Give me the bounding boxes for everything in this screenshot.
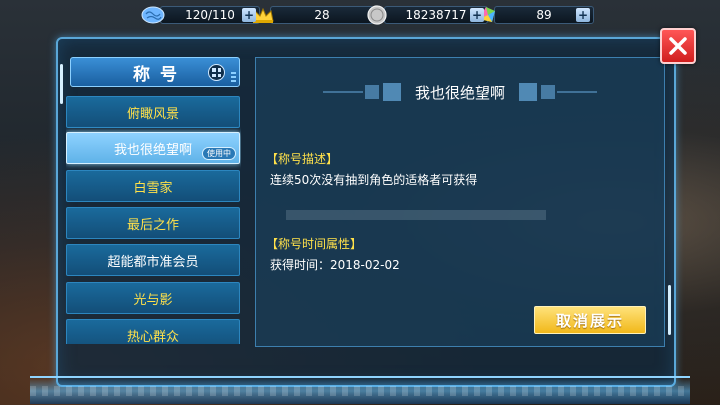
title-item-selected[interactable]: 我也很绝望啊 使用中 [66, 132, 240, 164]
title-deco-square [519, 83, 537, 101]
description-text: 连续50次没有抽到角色的适格者可获得 [270, 173, 478, 187]
title-deco-square [364, 85, 379, 99]
coin-resource: 18238717 + [364, 4, 488, 26]
title-item[interactable]: 超能都市准会员 [66, 244, 240, 276]
in-use-badge: 使用中 [202, 147, 236, 160]
ghost-profile-bar [286, 210, 546, 220]
crown-value: 28 [270, 6, 374, 24]
energy-resource: 120/110 + [140, 4, 260, 26]
description-header: 【称号描述】 [266, 152, 339, 166]
obtained-time-row: 获得时间：2018-02-02 [270, 256, 400, 273]
brain-icon [140, 4, 166, 26]
title-list-heading: 称号 [133, 64, 187, 85]
silver-coin-icon [364, 4, 390, 26]
title-item-label: 白雪家 [133, 180, 173, 196]
obtained-time-value: 2018-02-02 [330, 258, 400, 272]
title-item-label: 俯瞰风景 [126, 106, 179, 122]
title-deco-line [322, 91, 363, 93]
title-deco-square [382, 83, 401, 101]
title-item-label: 光与影 [133, 292, 173, 308]
title-item[interactable]: 光与影 [66, 282, 240, 314]
resource-bar: 120/110 + 28 18238717 + 89 + [0, 4, 720, 26]
time-header: 【称号时间属性】 [266, 237, 363, 251]
grid-icon[interactable] [208, 64, 225, 81]
title-item[interactable]: 俯瞰风景 [66, 96, 240, 128]
obtained-time-label: 获得时间： [270, 258, 331, 272]
title-list: 俯瞰风景 我也很绝望啊 使用中 白雪家 最后之作 超能都市准会员 光与影 热心群… [66, 96, 241, 344]
add-coin-button[interactable]: + [470, 8, 484, 22]
add-crystal-button[interactable]: + [576, 8, 590, 22]
header-tick-deco [231, 72, 236, 84]
cancel-display-button[interactable]: 取消展示 [534, 306, 646, 334]
list-scrollbar[interactable] [60, 64, 63, 104]
detail-title-bar: 我也很绝望啊 [320, 80, 600, 104]
crown-resource: 28 [250, 4, 374, 26]
title-item-label: 我也很绝望啊 [113, 142, 192, 158]
title-deco-square [541, 85, 555, 99]
title-item-label: 超能都市准会员 [107, 254, 199, 270]
crystal-resource: 89 + [474, 4, 594, 26]
title-item-label: 最后之作 [126, 217, 179, 233]
title-list-header: 称号 [70, 57, 240, 87]
title-item[interactable]: 热心群众 [66, 319, 240, 344]
panel-bottom-glow [30, 376, 690, 404]
title-item[interactable]: 最后之作 [66, 207, 240, 239]
add-energy-button[interactable]: + [242, 8, 256, 22]
close-button[interactable] [660, 28, 696, 64]
title-item-label: 热心群众 [126, 329, 179, 345]
title-item[interactable]: 白雪家 [66, 170, 240, 202]
detail-title: 我也很绝望啊 [414, 83, 505, 102]
close-icon [669, 37, 687, 55]
title-deco-line [557, 91, 597, 93]
detail-scrollbar[interactable] [668, 285, 671, 335]
